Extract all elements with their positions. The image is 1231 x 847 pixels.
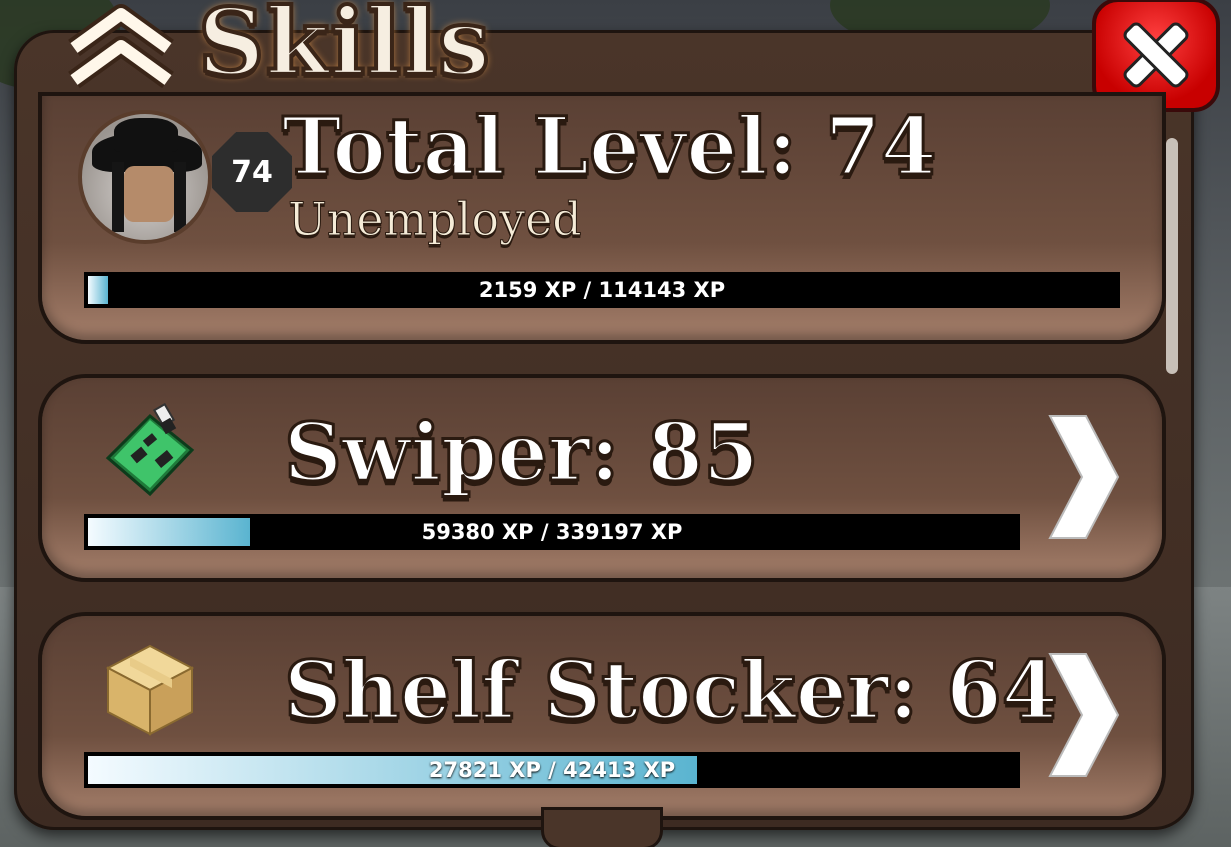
close-icon [1124, 23, 1188, 87]
chevron-right-icon[interactable] [1046, 412, 1120, 542]
chevron-up-icon [68, 4, 174, 89]
skill-xp-bar: 59380 XP / 339197 XP [84, 514, 1020, 550]
skill-xp-bar: 27821 XP / 42413 XP [84, 752, 1020, 788]
skill-name: Swiper: 85 [283, 405, 761, 499]
skill-xp-text: 27821 XP / 42413 XP [428, 758, 676, 782]
chevron-right-icon[interactable] [1046, 650, 1120, 780]
total-xp-bar: 2159 XP / 114143 XP [84, 272, 1120, 308]
page-title: Skills [196, 0, 492, 98]
circuit-board-icon [105, 402, 195, 497]
avatar [78, 110, 212, 244]
job-title: Unemployed [288, 192, 583, 246]
total-xp-text: 2159 XP / 114143 XP [478, 278, 726, 302]
skill-xp-text: 59380 XP / 339197 XP [421, 520, 683, 544]
cardboard-box-icon [105, 644, 195, 736]
skill-card-shelf-stocker[interactable]: Shelf Stocker: 64 27821 XP / 42413 XP [42, 616, 1162, 816]
bottom-tab[interactable] [544, 810, 660, 847]
skill-name: Shelf Stocker: 64 [282, 643, 1058, 737]
level-badge-number: 74 [231, 154, 273, 190]
scrollbar[interactable] [1166, 138, 1178, 374]
total-level-card: 74 Total Level: 74 Unemployed 2159 XP / … [42, 96, 1162, 340]
level-badge: 74 [212, 132, 292, 212]
total-level-label: Total Level: 74 [280, 99, 937, 193]
skill-card-swiper[interactable]: Swiper: 85 59380 XP / 339197 XP [42, 378, 1162, 578]
